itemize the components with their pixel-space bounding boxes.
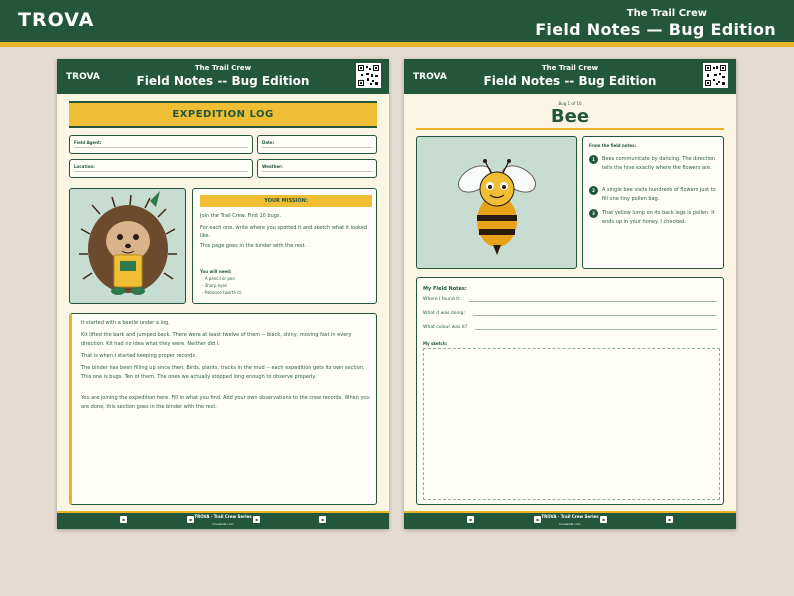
fact-text: That yellow lump on its back legs is pol… — [602, 210, 715, 225]
page-header: TROVA The Trail Crew Field Notes -- Bug … — [404, 59, 736, 94]
facts-panel: From the field notes: 1 Bees communicate… — [582, 136, 724, 269]
page-title: Field Notes -- Bug Edition — [136, 74, 310, 88]
write-line[interactable] — [475, 329, 717, 330]
fact-text: A single bee visits hundreds of flowers … — [602, 187, 716, 202]
mascot-panel — [69, 188, 186, 304]
story-paragraph: Kit lifted the bark and jumped back. The… — [81, 332, 352, 347]
write-line[interactable] — [469, 301, 717, 302]
story-paragraph: It started with a beetle under a log. — [81, 320, 170, 326]
banner-title: Field Notes — Bug Edition — [535, 20, 776, 39]
notes-prompt: What it was doing: — [423, 311, 465, 316]
notes-prompt: What colour was it? — [423, 325, 468, 330]
bee-illustration-icon — [457, 159, 537, 255]
need-item: - Sharp eyes — [202, 283, 228, 288]
date-label: Date: — [262, 140, 275, 145]
notes-heading: My Field Notes: — [423, 286, 467, 292]
field-agent-field[interactable]: Field Agent: — [69, 135, 253, 154]
page-header: TROVA The Trail Crew Field Notes -- Bug … — [57, 59, 389, 94]
fact-text: Bees communicate by dancing. The directi… — [602, 156, 716, 171]
page-footer: TROVA · Trail Crew Series trovakids.com … — [57, 511, 389, 529]
field-notes-panel: My Field Notes: Where I found it: What i… — [416, 277, 724, 505]
footer-site: trovakids.com — [212, 522, 234, 526]
weather-label: Weather: — [262, 164, 283, 169]
need-item: - Patience (worth it) — [202, 290, 242, 295]
footer-social-icon: ▪ — [120, 516, 127, 523]
page-footer: TROVA · Trail Crew Series trovakids.com … — [404, 511, 736, 529]
mission-line: For each one, write where you spotted it… — [200, 225, 368, 239]
page-series: The Trail Crew — [541, 64, 599, 72]
sketch-area[interactable] — [423, 348, 720, 500]
footer-social-icon: ▪ — [253, 516, 260, 523]
footer-social-icon: ▪ — [534, 516, 541, 523]
qr-code-icon — [356, 63, 381, 88]
bug-page: TROVA The Trail Crew Field Notes -- Bug … — [404, 59, 736, 529]
fact-number-badge: 2 — [589, 186, 598, 195]
story-panel: It started with a beetle under a log. Ki… — [69, 313, 377, 505]
story-paragraph: The binder has been filling up since the… — [81, 365, 365, 380]
qr-code-icon — [703, 63, 728, 88]
facts-heading: From the field notes: — [589, 143, 637, 148]
footer-series: TROVA · Trail Crew Series — [541, 514, 599, 519]
write-line[interactable] — [473, 315, 717, 316]
fact-number-badge: 3 — [589, 209, 598, 218]
footer-series: TROVA · Trail Crew Series — [194, 514, 252, 519]
story-paragraph: That is when I started keeping proper re… — [81, 353, 197, 359]
banner-series: The Trail Crew — [626, 8, 707, 19]
hedgehog-mascot-icon — [79, 191, 177, 295]
story-paragraph: You are joining the expedition here. Fil… — [81, 395, 370, 410]
page-title: Field Notes -- Bug Edition — [483, 74, 657, 88]
bee-illustration-panel — [416, 136, 577, 269]
expedition-log-page: TROVA The Trail Crew Field Notes -- Bug … — [57, 59, 389, 529]
footer-social-icon: ▪ — [187, 516, 194, 523]
footer-site: trovakids.com — [559, 522, 581, 526]
fact-number-badge: 1 — [589, 155, 598, 164]
weather-field[interactable]: Weather: — [257, 159, 377, 178]
expedition-log-banner: EXPEDITION LOG — [69, 101, 377, 128]
mission-line: Join the Trail Crew. Find 10 bugs. — [200, 213, 282, 219]
notes-prompt: Where I found it: — [423, 297, 461, 302]
footer-social-icon: ▪ — [467, 516, 474, 523]
sketch-label: My sketch: — [423, 341, 448, 346]
mission-heading: YOUR MISSION: — [200, 195, 372, 207]
location-field[interactable]: Location: — [69, 159, 253, 178]
need-item: - A pencil or pen — [202, 276, 235, 281]
location-label: Location: — [74, 164, 95, 169]
footer-social-icon: ▪ — [600, 516, 607, 523]
top-banner-stripe — [0, 42, 794, 47]
title-divider — [416, 128, 724, 130]
mission-panel: YOUR MISSION: Join the Trail Crew. Find … — [192, 188, 377, 304]
footer-social-icon: ▪ — [319, 516, 326, 523]
footer-social-icon: ▪ — [666, 516, 673, 523]
needs-heading: You will need: — [200, 269, 232, 274]
brand-logo: TROVA — [18, 9, 95, 31]
field-agent-label: Field Agent: — [74, 140, 102, 145]
date-field[interactable]: Date: — [257, 135, 377, 154]
page-series: The Trail Crew — [194, 64, 252, 72]
mission-line: This page goes in the binder with the re… — [200, 243, 307, 249]
bug-name: Bee — [550, 106, 590, 127]
